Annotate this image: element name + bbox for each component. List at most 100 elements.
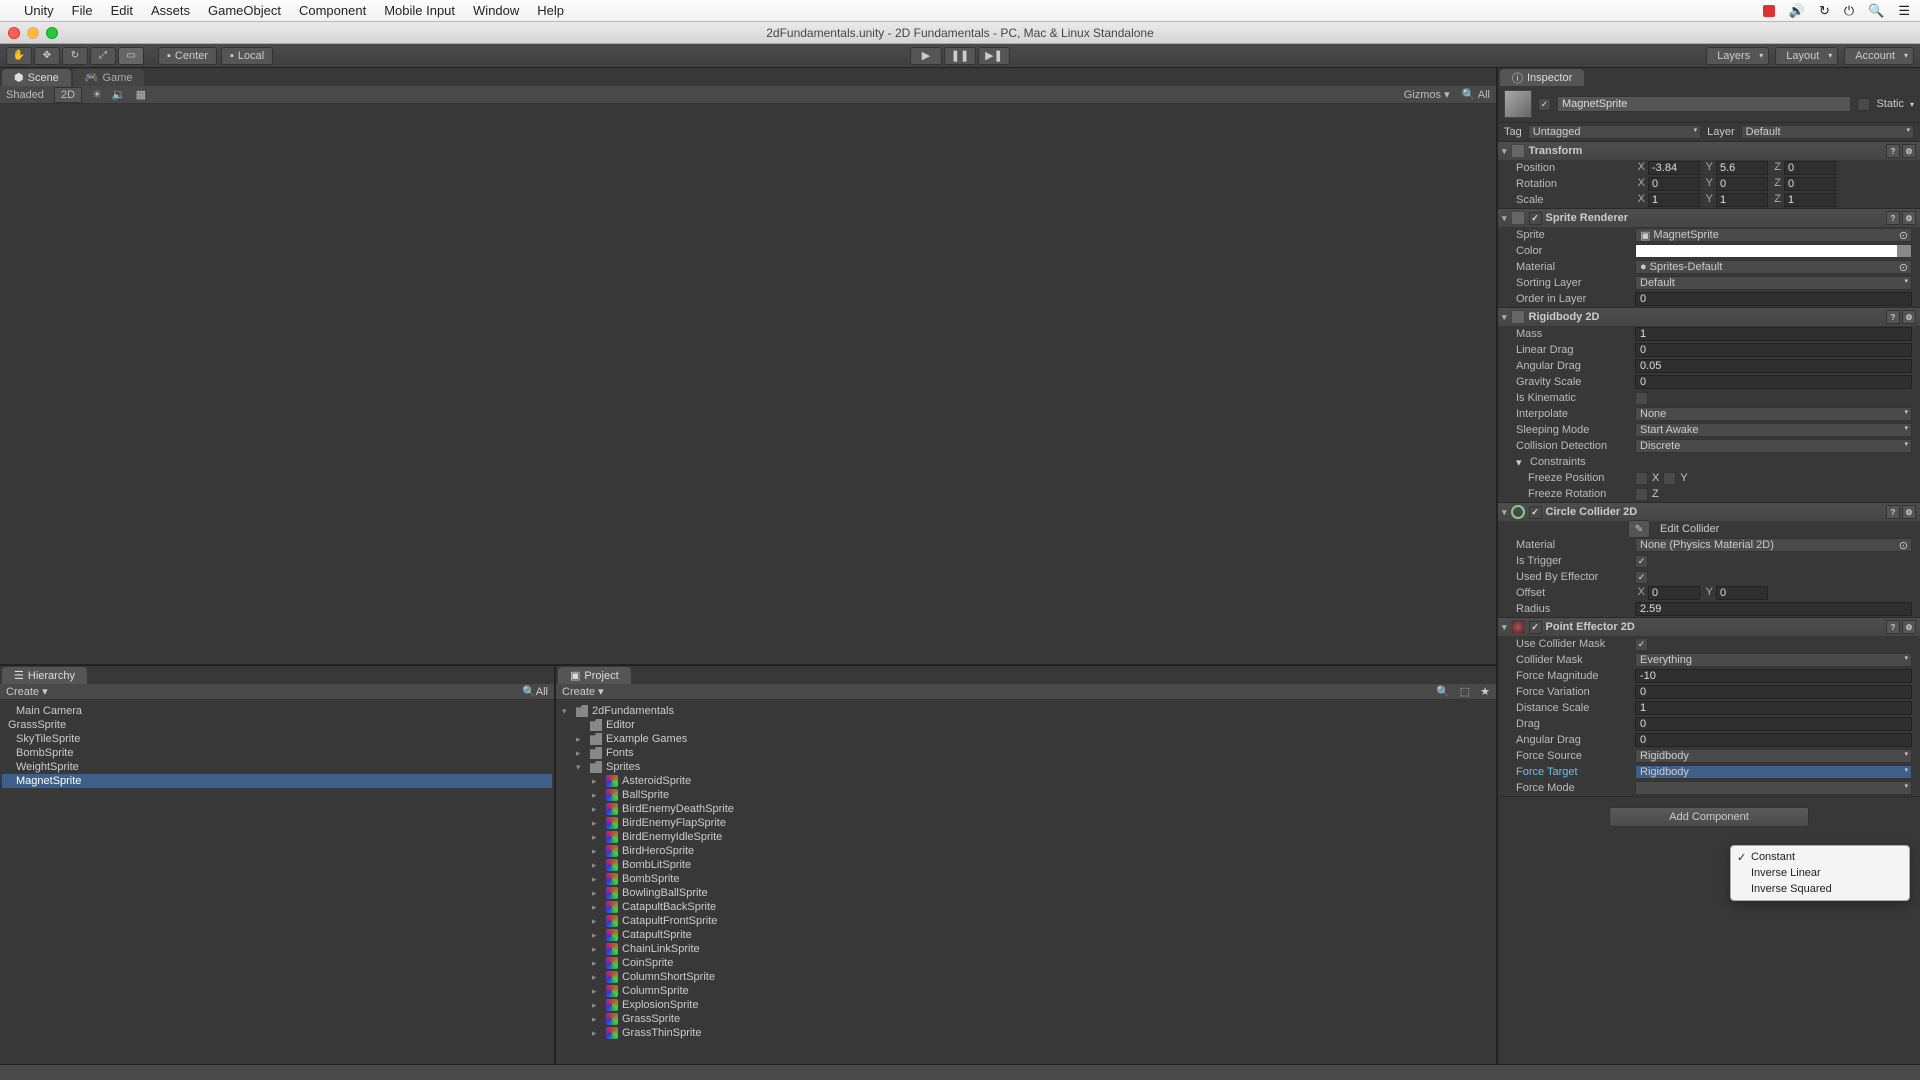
tab-scene[interactable]: ⬢ Scene <box>2 69 71 86</box>
menu-file[interactable]: File <box>72 3 93 18</box>
account-dropdown[interactable]: Account <box>1844 47 1914 65</box>
project-sprite-item[interactable]: ▸ColumnShortSprite <box>558 970 1494 984</box>
linear-drag-field[interactable] <box>1635 343 1912 357</box>
close-window-button[interactable] <box>8 27 20 39</box>
volume-icon[interactable]: 🔊 <box>1789 3 1805 19</box>
menu-window[interactable]: Window <box>473 3 519 18</box>
tab-game[interactable]: 🎮 Game <box>73 69 145 86</box>
hierarchy-item[interactable]: Main Camera <box>2 704 552 718</box>
project-save-icon[interactable]: ★ <box>1480 685 1490 698</box>
hierarchy-item-selected[interactable]: MagnetSprite <box>2 774 552 788</box>
effector-angular-drag-field[interactable] <box>1635 733 1912 747</box>
menu-assets[interactable]: Assets <box>151 3 190 18</box>
force-source-dropdown[interactable]: Rigidbody <box>1635 749 1912 763</box>
angular-drag-field[interactable] <box>1635 359 1912 373</box>
sprite-renderer-enabled[interactable] <box>1529 212 1542 225</box>
audio-icon[interactable]: 🔉 <box>112 88 126 101</box>
project-sprite-item[interactable]: ▸AsteroidSprite <box>558 774 1494 788</box>
gameobject-name-field[interactable] <box>1557 96 1851 112</box>
project-sprite-item[interactable]: ▸GrassSprite <box>558 1012 1494 1026</box>
color-field[interactable] <box>1635 244 1912 258</box>
mass-field[interactable] <box>1635 327 1912 341</box>
hierarchy-item[interactable]: GrassSprite <box>2 718 552 732</box>
rect-tool[interactable]: ▭ <box>118 47 144 65</box>
project-sprite-item[interactable]: ▸ColumnSprite <box>558 984 1494 998</box>
project-sprite-item[interactable]: ▸BirdEnemyDeathSprite <box>558 802 1494 816</box>
project-sprite-item[interactable]: ▸CatapultSprite <box>558 928 1494 942</box>
is-kinematic-checkbox[interactable] <box>1635 392 1648 405</box>
distance-scale-field[interactable] <box>1635 701 1912 715</box>
project-create-dropdown[interactable]: Create ▾ <box>562 685 604 698</box>
force-mode-dropdown[interactable] <box>1635 781 1912 795</box>
tab-inspector[interactable]: ⓘ Inspector <box>1500 69 1584 86</box>
collider-mask-dropdown[interactable]: Everything <box>1635 653 1912 667</box>
project-folder[interactable]: Editor <box>558 718 1494 732</box>
hierarchy-item[interactable]: SkyTileSprite <box>2 732 552 746</box>
add-component-button[interactable]: Add Component <box>1609 807 1809 827</box>
force-magnitude-field[interactable] <box>1635 669 1912 683</box>
is-trigger-checkbox[interactable] <box>1635 555 1648 568</box>
menu-edit[interactable]: Edit <box>111 3 133 18</box>
step-button[interactable]: ▶❚ <box>978 47 1010 65</box>
offset-x-field[interactable] <box>1648 586 1700 600</box>
project-sprite-item[interactable]: ▸BallSprite <box>558 788 1494 802</box>
play-button[interactable]: ▶ <box>910 47 942 65</box>
project-sprite-item[interactable]: ▸BombSprite <box>558 872 1494 886</box>
tab-hierarchy[interactable]: ☰ Hierarchy <box>2 667 87 684</box>
edit-collider-button[interactable]: ✎ <box>1628 520 1650 538</box>
scale-y-field[interactable] <box>1716 193 1768 207</box>
light-icon[interactable]: ☀ <box>92 88 102 101</box>
menu-mobileinput[interactable]: Mobile Input <box>384 3 455 18</box>
menu-component[interactable]: Component <box>299 3 366 18</box>
zoom-window-button[interactable] <box>46 27 58 39</box>
project-search[interactable]: 🔍 <box>1436 685 1450 698</box>
gear-icon[interactable]: ⚙ <box>1902 310 1916 324</box>
project-filter-icon[interactable]: ⬚ <box>1460 685 1470 698</box>
force-variation-field[interactable] <box>1635 685 1912 699</box>
layers-dropdown[interactable]: Layers <box>1706 47 1769 65</box>
menu-unity[interactable]: Unity <box>24 3 54 18</box>
pos-y-field[interactable] <box>1716 161 1768 175</box>
static-checkbox[interactable] <box>1857 98 1870 111</box>
tag-dropdown[interactable]: Untagged <box>1528 125 1701 139</box>
rot-x-field[interactable] <box>1648 177 1700 191</box>
scale-tool[interactable]: ⤢ <box>90 47 116 65</box>
offset-y-field[interactable] <box>1716 586 1768 600</box>
interpolate-dropdown[interactable]: None <box>1635 407 1912 421</box>
pivot-center-toggle[interactable]: ▪Center <box>158 47 217 65</box>
physics-material-field[interactable]: None (Physics Material 2D) <box>1635 538 1912 552</box>
help-icon[interactable]: ? <box>1886 620 1900 634</box>
menu-extras-icon[interactable]: ☰ <box>1898 3 1910 19</box>
project-folder-sprites[interactable]: ▾Sprites <box>558 760 1494 774</box>
use-collider-mask-checkbox[interactable] <box>1635 638 1648 651</box>
project-sprite-item[interactable]: ▸BirdEnemyIdleSprite <box>558 830 1494 844</box>
layout-dropdown[interactable]: Layout <box>1775 47 1838 65</box>
project-sprite-item[interactable]: ▸CatapultFrontSprite <box>558 914 1494 928</box>
search-scene[interactable]: 🔍 All <box>1462 88 1490 101</box>
project-sprite-item[interactable]: ▸CoinSprite <box>558 956 1494 970</box>
freeze-pos-x[interactable] <box>1635 472 1648 485</box>
project-sprite-item[interactable]: ▸BowlingBallSprite <box>558 886 1494 900</box>
radius-field[interactable] <box>1635 602 1912 616</box>
sprite-field[interactable]: ▣MagnetSprite <box>1635 228 1912 242</box>
circle-collider-enabled[interactable] <box>1529 506 1542 519</box>
rot-y-field[interactable] <box>1716 177 1768 191</box>
sync-icon[interactable]: ↻ <box>1819 3 1830 19</box>
hierarchy-item[interactable]: BombSprite <box>2 746 552 760</box>
gear-icon[interactable]: ⚙ <box>1902 211 1916 225</box>
scale-x-field[interactable] <box>1648 193 1700 207</box>
gear-icon[interactable]: ⚙ <box>1902 505 1916 519</box>
render-mode-dropdown[interactable]: Shaded <box>6 89 44 101</box>
power-icon[interactable]: ⏻ <box>1844 3 1854 19</box>
popup-item-inverse-linear[interactable]: Inverse Linear <box>1731 865 1909 881</box>
menu-help[interactable]: Help <box>537 3 564 18</box>
material-field[interactable]: ●Sprites-Default <box>1635 260 1912 274</box>
project-folder[interactable]: ▸Fonts <box>558 746 1494 760</box>
search-icon[interactable]: 🔍 <box>1868 3 1884 19</box>
hierarchy-create-dropdown[interactable]: Create ▾ <box>6 685 48 698</box>
hierarchy-item[interactable]: WeightSprite <box>2 760 552 774</box>
project-sprite-item[interactable]: ▸BirdHeroSprite <box>558 844 1494 858</box>
pause-button[interactable]: ❚❚ <box>944 47 976 65</box>
hierarchy-search[interactable]: 🔍All <box>522 685 548 698</box>
drag-field[interactable] <box>1635 717 1912 731</box>
